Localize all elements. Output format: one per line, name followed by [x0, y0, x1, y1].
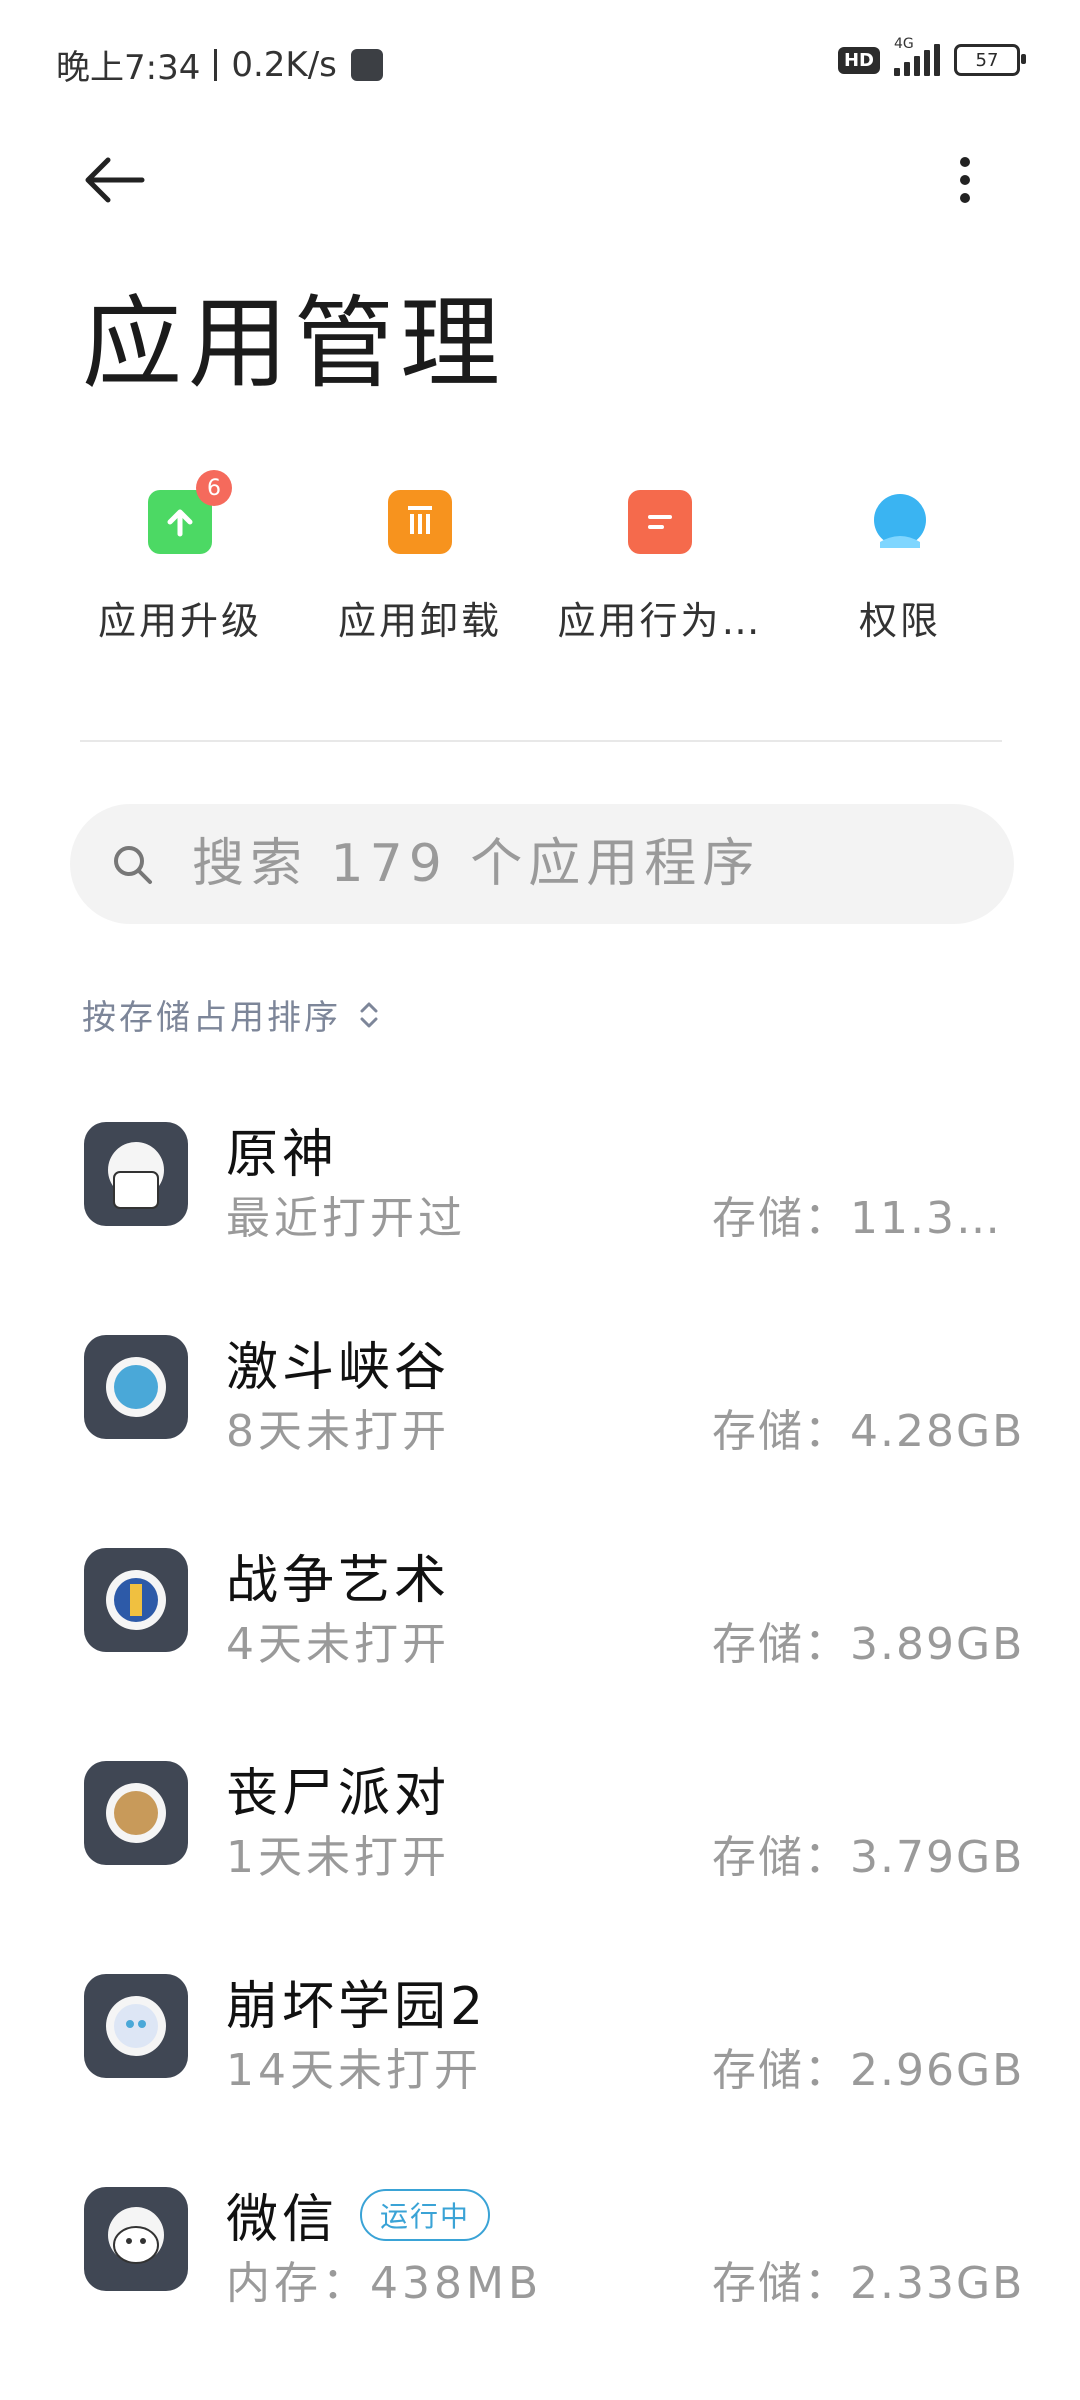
- app-name: 丧尸派对: [226, 1751, 450, 1826]
- trash-icon: [388, 490, 452, 554]
- list-item[interactable]: 丧尸派对 1天未打开 存储：3.79GB: [0, 1729, 1080, 1942]
- running-badge: 运行中: [360, 2188, 491, 2241]
- app-name-text: 原神: [226, 1125, 339, 1185]
- hd-icon: HD: [837, 46, 880, 74]
- upgrade-count-badge: 6: [196, 470, 232, 506]
- action-label: 应用行为…: [557, 599, 763, 643]
- action-app-upgrade[interactable]: 6 应用升级: [60, 470, 300, 650]
- app-name: 微信 运行中: [226, 2177, 491, 2252]
- action-label: 应用升级: [97, 599, 262, 643]
- network-type: 4G: [894, 36, 914, 52]
- app-name-text: 激斗峡谷: [226, 1338, 451, 1398]
- quick-actions: 6 应用升级 应用卸载 应用行为… 权限: [60, 470, 1020, 650]
- search-bar[interactable]: [70, 804, 1014, 924]
- app-icon: [84, 1122, 188, 1226]
- sort-toggle-icon: [360, 1002, 378, 1027]
- more-dot-icon: [960, 157, 970, 167]
- app-storage: 存储：3.89GB: [712, 1619, 1025, 1670]
- app-storage: 存储：4.28GB: [712, 1406, 1025, 1457]
- status-time: 晚上7:34: [56, 48, 201, 88]
- battery-icon: 57: [954, 44, 1026, 76]
- page-title: 应用管理: [82, 285, 506, 402]
- app-name-text: 丧尸派对: [226, 1764, 451, 1824]
- back-arrow-icon: [85, 157, 145, 203]
- app-icon: [84, 1335, 188, 1439]
- upgrade-icon: 6: [148, 470, 232, 554]
- app-name: 原神: [226, 1112, 338, 1187]
- divider: [80, 740, 1002, 742]
- notification-app-icon: [350, 48, 383, 81]
- search-input[interactable]: [190, 833, 954, 895]
- app-storage: 存储：11.3…: [712, 1193, 1002, 1244]
- search-icon: [114, 846, 152, 884]
- back-button[interactable]: [80, 150, 150, 210]
- app-list: 原神 最近打开过 存储：11.3… 激斗峡谷 8天未打开 存储：4.28GB 战…: [0, 1090, 1080, 2368]
- more-options-button[interactable]: [940, 150, 990, 210]
- app-status: 4天未打开: [226, 1619, 450, 1670]
- list-item[interactable]: 战争艺术 4天未打开 存储：3.89GB: [0, 1516, 1080, 1729]
- app-status: 1天未打开: [226, 1832, 450, 1883]
- app-name: 战争艺术: [226, 1538, 450, 1613]
- sort-label: 按存储占用排序: [82, 998, 341, 1038]
- app-icon: [84, 2187, 188, 2291]
- status-network-speed: 0.2K/s: [231, 44, 337, 85]
- signal-icon: 4G: [894, 36, 940, 76]
- status-left: 晚上7:34 0.2K/s: [56, 40, 383, 89]
- app-name: 激斗峡谷: [226, 1325, 450, 1400]
- app-storage: 存储：3.79GB: [712, 1832, 1025, 1883]
- app-status: 最近打开过: [226, 1193, 466, 1244]
- app-storage: 存储：2.96GB: [712, 2045, 1025, 2096]
- app-name-text: 崩坏学园2: [226, 1977, 488, 2037]
- status-bar: 晚上7:34 0.2K/s HD 4G 57: [0, 0, 1080, 120]
- action-app-uninstall[interactable]: 应用卸载: [300, 490, 540, 650]
- action-app-behavior[interactable]: 应用行为…: [540, 490, 780, 650]
- sort-selector[interactable]: 按存储占用排序: [82, 990, 381, 1039]
- status-right: HD 4G 57: [837, 36, 1026, 76]
- list-item[interactable]: 微信 运行中 内存：438MB 存储：2.33GB: [0, 2155, 1080, 2368]
- behavior-icon: [628, 490, 692, 554]
- app-storage: 存储：2.33GB: [712, 2258, 1025, 2309]
- app-icon: [84, 1548, 188, 1652]
- app-name-text: 战争艺术: [226, 1551, 451, 1611]
- app-status: 8天未打开: [226, 1406, 450, 1457]
- more-dot-icon: [960, 193, 970, 203]
- app-name: 崩坏学园2: [226, 1964, 487, 2039]
- app-memory: 内存：438MB: [226, 2258, 543, 2309]
- battery-level: 57: [975, 49, 999, 71]
- action-label: 应用卸载: [337, 599, 502, 643]
- action-label: 权限: [858, 599, 941, 643]
- list-item[interactable]: 原神 最近打开过 存储：11.3…: [0, 1090, 1080, 1303]
- app-icon: [84, 1974, 188, 2078]
- list-item[interactable]: 崩坏学园2 14天未打开 存储：2.96GB: [0, 1942, 1080, 2155]
- app-icon: [84, 1761, 188, 1865]
- action-permissions[interactable]: 权限: [780, 490, 1020, 650]
- app-status: 14天未打开: [226, 2045, 482, 2096]
- status-separator: [214, 48, 218, 81]
- list-item[interactable]: 激斗峡谷 8天未打开 存储：4.28GB: [0, 1303, 1080, 1516]
- permission-icon: [868, 490, 932, 554]
- app-name-text: 微信: [226, 2190, 339, 2250]
- more-dot-icon: [960, 175, 970, 185]
